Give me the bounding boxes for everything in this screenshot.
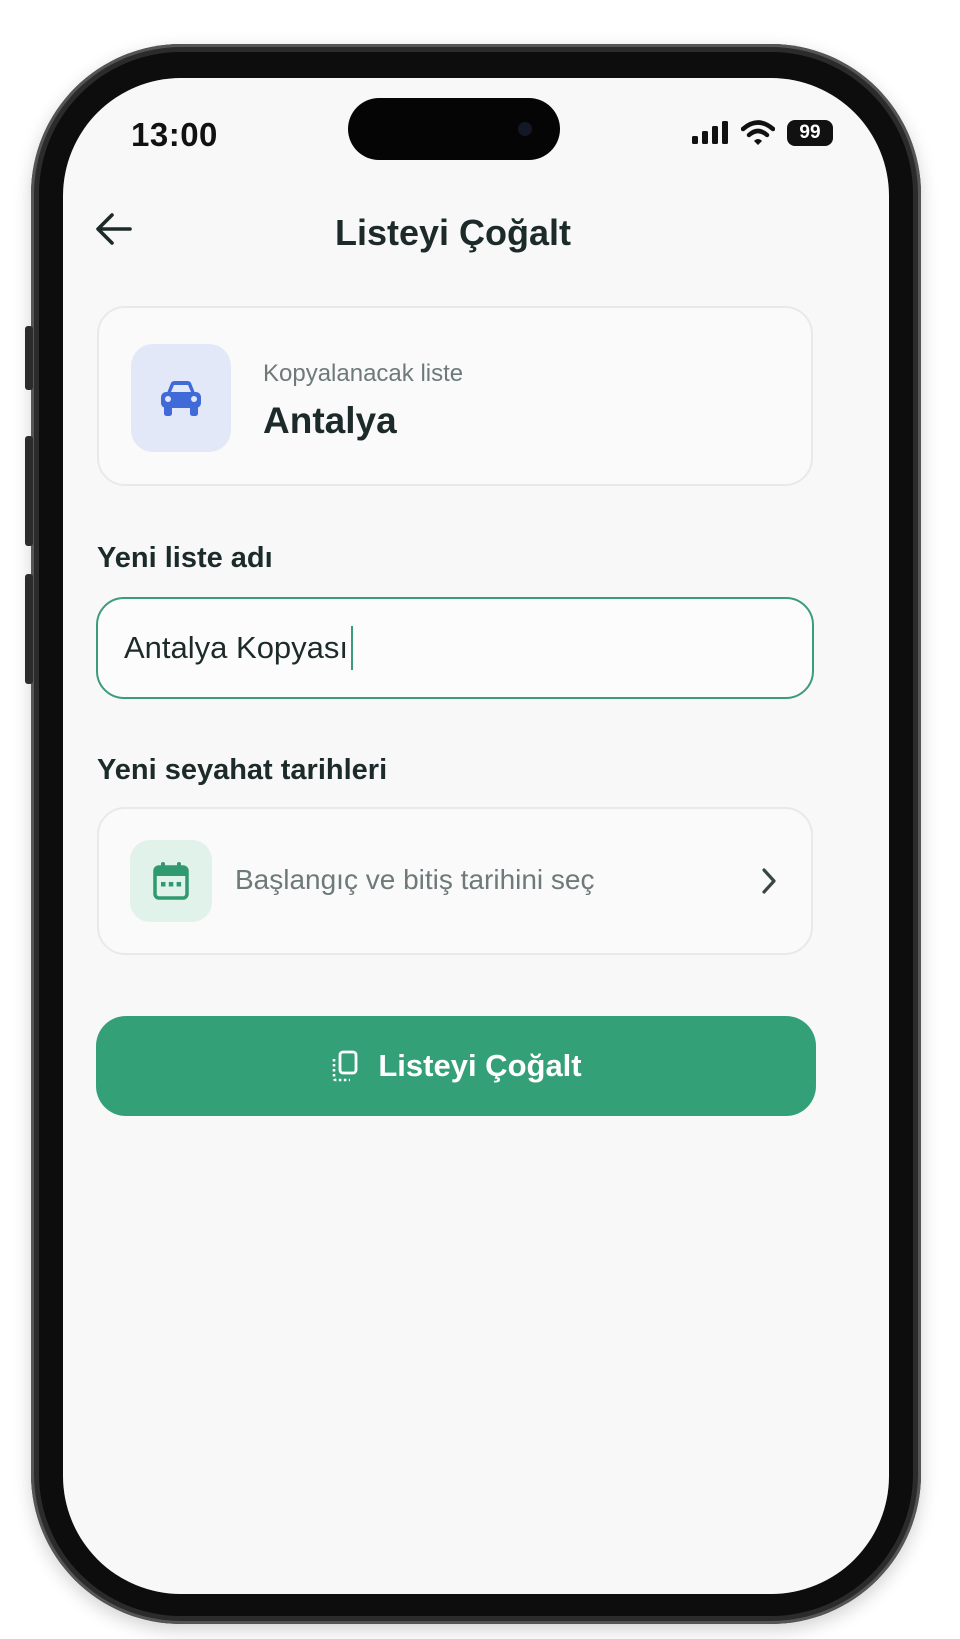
page-title: Listeyi Çoğalt bbox=[334, 212, 572, 253]
new-name-label: Yeni liste adı bbox=[97, 542, 273, 574]
source-list-card: Kopyalanacak liste Antalya bbox=[97, 306, 813, 486]
date-range-picker[interactable]: Başlangıç ve bitiş tarihini seç bbox=[97, 807, 813, 955]
duplicate-list-button[interactable]: Listeyi Çoğalt bbox=[96, 1016, 816, 1116]
wifi-icon bbox=[741, 120, 775, 145]
dynamic-island bbox=[348, 98, 560, 160]
date-range-placeholder: Başlangıç ve bitiş tarihini seç bbox=[235, 864, 595, 895]
chevron-right-icon bbox=[762, 868, 776, 894]
source-list-name: Antalya bbox=[263, 400, 397, 441]
text-cursor bbox=[351, 626, 354, 670]
cellular-signal-icon bbox=[692, 121, 728, 144]
duplicate-icon bbox=[333, 1050, 358, 1082]
car-icon bbox=[161, 381, 201, 416]
side-button-left-3 bbox=[25, 574, 33, 684]
status-time: 13:00 bbox=[131, 116, 218, 153]
status-indicators: 99 bbox=[691, 120, 833, 146]
duplicate-list-button-label: Listeyi Çoğalt bbox=[378, 1048, 582, 1083]
new-list-name-value: Antalya Kopyası bbox=[124, 630, 349, 665]
calendar-icon-tile bbox=[130, 840, 212, 922]
source-list-icon-tile bbox=[131, 344, 231, 452]
new-dates-label: Yeni seyahat tarihleri bbox=[97, 754, 388, 786]
front-camera bbox=[518, 122, 532, 136]
battery-indicator: 99 bbox=[787, 120, 833, 146]
calendar-icon bbox=[153, 862, 189, 900]
source-list-label: Kopyalanacak liste bbox=[263, 360, 464, 387]
app-screen: 13:00 99 Listeyi Çoğalt Kopyalanacak lis… bbox=[63, 78, 889, 1594]
side-button-left-2 bbox=[25, 436, 33, 546]
side-button-left-1 bbox=[25, 326, 33, 390]
new-list-name-input[interactable]: Antalya Kopyası bbox=[96, 597, 814, 699]
